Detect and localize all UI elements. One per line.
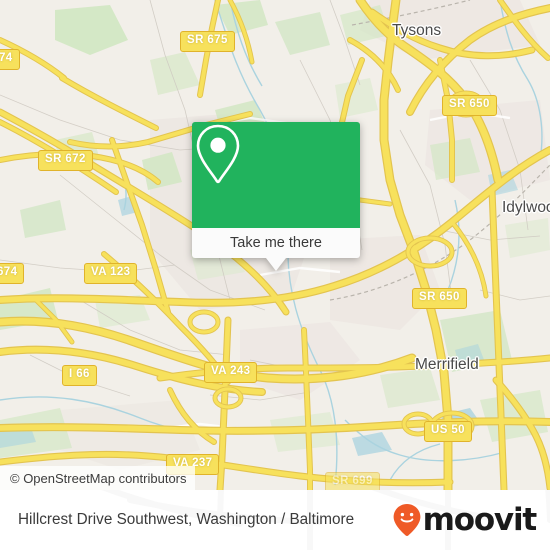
road-shield: SR 699: [325, 472, 380, 490]
popup-tail: [266, 258, 286, 271]
place-label-merrifield: Merrifield: [415, 356, 479, 373]
moovit-logo[interactable]: moovit: [392, 501, 538, 538]
map-pin-icon: [196, 124, 240, 184]
moovit-wordmark: moovit: [422, 501, 538, 538]
popup-action-label-wrap[interactable]: Take me there: [192, 228, 360, 258]
bottom-info-bar: Hillcrest Drive Southwest, Washington / …: [0, 490, 550, 550]
moovit-pin-smiley-icon: [393, 504, 421, 536]
road-shield: SR 675: [180, 31, 235, 52]
moovit-map-screenshot: .land { fill:#f2efe9; } .urban { fill:#e…: [0, 0, 550, 550]
road-shield: US 50: [424, 421, 472, 442]
map-attribution[interactable]: © OpenStreetMap contributors: [0, 466, 195, 490]
road-shield: VA 123: [84, 263, 138, 284]
take-me-there-label: Take me there: [230, 235, 322, 251]
bottom-bar-content: Hillcrest Drive Southwest, Washington / …: [0, 490, 550, 550]
popup-body: [192, 122, 360, 228]
road-shield: SR 672: [38, 150, 93, 171]
place-label-tysons: Tysons: [392, 22, 442, 39]
road-shield: 674: [0, 263, 25, 284]
map-canvas[interactable]: .land { fill:#f2efe9; } .urban { fill:#e…: [0, 0, 550, 490]
road-shield: I 66: [62, 365, 97, 386]
road-shield: 74: [0, 49, 20, 70]
address-label: Hillcrest Drive Southwest, Washington / …: [18, 511, 355, 529]
place-label-idylwood: Idylwood: [502, 199, 550, 216]
road-shield: VA 243: [204, 362, 258, 383]
attribution-text: © OpenStreetMap contributors: [10, 470, 187, 486]
road-shield: SR 650: [412, 288, 467, 309]
location-popup-card[interactable]: Take me there: [192, 122, 360, 271]
road-shield: SR 650: [442, 95, 497, 116]
